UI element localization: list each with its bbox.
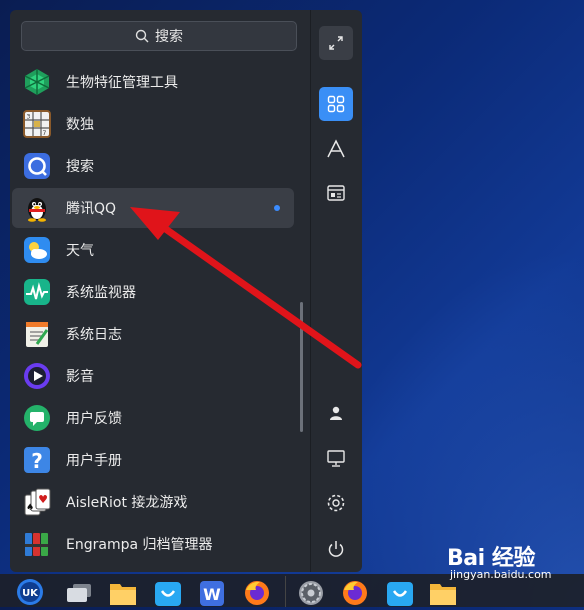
app-label: AisleRiot 接龙游戏 [66,495,188,511]
firefox-icon[interactable] [242,578,272,606]
user-icon [330,406,342,420]
software-store-icon[interactable] [153,578,183,606]
biometric-icon [23,68,51,96]
app-item-search[interactable]: 搜索 [12,146,294,186]
app-label: 腾讯QQ [66,201,117,217]
app-item-biometric[interactable]: 生物特征管理工具 [12,62,294,102]
app-item-system-log[interactable]: 系统日志 [12,314,294,354]
app-label: 系统日志 [66,327,122,343]
letter-index-button[interactable] [319,132,353,166]
app-item-archive-manager[interactable]: Engrampa 归档管理器 [12,524,294,564]
fullscreen-icon [329,36,343,50]
multitask-view-icon[interactable] [64,578,94,606]
qq-penguin-icon [23,194,51,222]
app-label: 数独 [66,117,94,133]
settings-app-icon[interactable] [296,578,326,606]
taskbar-separator [285,576,286,607]
app-label: 天气 [66,243,94,259]
app-item-feedback[interactable]: 用户反馈 [12,398,294,438]
svg-text:?: ? [31,449,43,473]
svg-text:♠: ♠ [26,503,34,513]
all-apps-button[interactable] [319,87,353,121]
app-label: 搜索 [66,159,94,175]
fullscreen-button[interactable] [319,26,353,60]
svg-text:3: 3 [27,114,31,121]
app-label: 影音 [66,369,94,385]
menu-sidebar [310,10,363,572]
weather-icon [23,236,51,264]
sudoku-icon: 37 [23,110,51,138]
wps-writer-icon[interactable]: W [197,578,227,606]
app-item-sudoku[interactable]: 37 数独 [12,104,294,144]
baidu-url: jingyan.baidu.com [450,568,552,581]
svg-text:W: W [203,585,221,604]
user-button[interactable] [319,396,353,430]
power-button[interactable] [319,532,353,566]
letter-index-icon [327,139,345,158]
search-icon [135,29,149,43]
scrollbar[interactable] [300,302,303,432]
all-apps-icon [327,95,345,113]
solitaire-icon: ♥ ♠ [23,488,51,516]
settings-button[interactable] [319,486,353,520]
app-label: 用户手册 [66,453,122,469]
settings-icon [327,494,345,512]
firefox-running-icon[interactable] [340,578,370,606]
category-icon [327,185,345,201]
launcher-icon[interactable]: UK [15,578,45,606]
svg-text:7: 7 [43,130,47,137]
app-item-qq[interactable]: 腾讯QQ [12,188,294,228]
file-manager-icon[interactable] [108,578,138,606]
power-icon [328,541,344,557]
system-log-icon [23,320,51,348]
app-item-manual[interactable]: ? 用户手册 [12,440,294,480]
app-label: 系统监视器 [66,285,136,301]
category-button[interactable] [319,176,353,210]
app-label: Engrampa 归档管理器 [66,537,213,553]
svg-text:UK: UK [22,588,39,599]
start-menu: 搜索 生物特征管理工具 37 数独 搜索 腾讯QQ 天气 系统监视器 系统日志 … [10,10,362,572]
app-item-weather[interactable]: 天气 [12,230,294,270]
search-placeholder: 搜索 [155,29,183,45]
file-manager-running-icon[interactable] [428,578,458,606]
app-item-media-player[interactable]: 影音 [12,356,294,396]
software-store-running-icon[interactable] [385,578,415,606]
app-label: 生物特征管理工具 [66,75,178,91]
feedback-icon [23,404,51,432]
system-monitor-icon [23,278,51,306]
search-app-icon [23,152,51,180]
app-item-system-monitor[interactable]: 系统监视器 [12,272,294,312]
media-player-icon [23,362,51,390]
app-label: 用户反馈 [66,411,122,427]
archive-manager-icon [23,530,51,558]
computer-icon [327,449,345,467]
app-item-solitaire[interactable]: ♥ ♠ AisleRiot 接龙游戏 [12,482,294,522]
manual-icon: ? [23,446,51,474]
baidu-watermark: Bai 经验 jingyan.baidu.com [447,540,552,581]
search-input[interactable]: 搜索 [21,21,297,51]
new-app-dot [274,205,280,211]
computer-button[interactable] [319,441,353,475]
svg-text:♥: ♥ [38,493,48,506]
